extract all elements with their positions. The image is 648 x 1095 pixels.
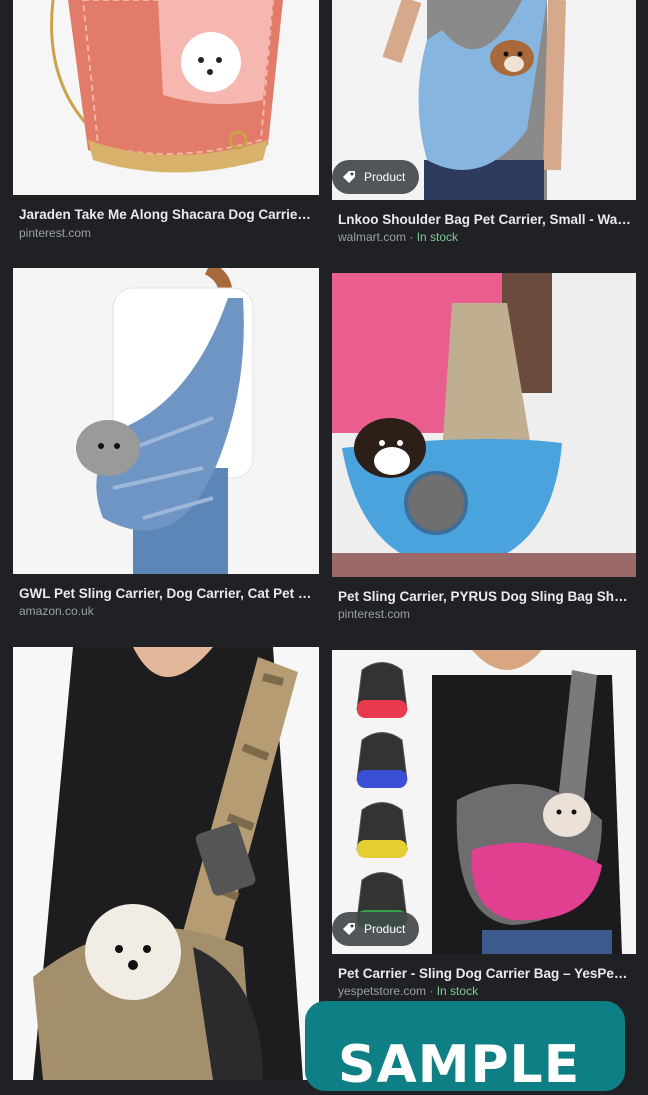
tag-icon	[343, 171, 355, 183]
mesh-sling-carrier-image	[356, 650, 622, 954]
carrier-color-variants	[356, 662, 408, 928]
result-source: yespetstore.com · In stock	[338, 984, 478, 998]
result-title[interactable]: Jaraden Take Me Along Shacara Dog Carrie…	[19, 207, 313, 222]
result-source: walmart.com · In stock	[338, 230, 458, 244]
source-separator: ·	[426, 984, 437, 998]
result-domain: pinterest.com	[19, 226, 92, 240]
result-source: amazon.co.uk	[19, 604, 94, 618]
result-image[interactable]	[13, 647, 319, 1080]
result-image[interactable]: Product	[332, 0, 636, 200]
source-separator: ·	[406, 230, 417, 244]
camo-sling-carrier-image	[33, 647, 303, 1080]
result-source: pinterest.com	[338, 607, 410, 621]
watermark-text: SAMPLE	[338, 1035, 581, 1095]
denim-sling-carrier-image	[76, 268, 254, 574]
result-domain: amazon.co.uk	[19, 604, 94, 618]
result-title[interactable]: Lnkoo Shoulder Bag Pet Carrier, Small - …	[338, 212, 632, 227]
product-badge: Product	[332, 160, 420, 194]
result-title[interactable]: GWL Pet Sling Carrier, Dog Carrier, Cat …	[19, 586, 313, 601]
result-title[interactable]: Pet Sling Carrier, PYRUS Dog Sling Bag S…	[338, 589, 632, 604]
dog-carrier-image	[50, 0, 283, 173]
stock-status: In stock	[436, 984, 479, 998]
result-image[interactable]	[13, 268, 319, 574]
result-domain: yespetstore.com	[338, 984, 427, 998]
tag-icon	[343, 923, 355, 935]
badge-label: Product	[364, 922, 406, 936]
result-title[interactable]: Pet Carrier - Sling Dog Carrier Bag – Ye…	[338, 966, 632, 981]
product-badge: Product	[332, 912, 420, 946]
result-image[interactable]: Product	[332, 650, 636, 954]
result-domain: walmart.com	[338, 230, 407, 244]
stock-status: In stock	[416, 230, 459, 244]
result-image[interactable]	[13, 0, 319, 195]
badge-label: Product	[364, 170, 406, 184]
pyrus-sling-carrier-image	[332, 273, 636, 577]
sample-watermark: SAMPLE	[305, 1001, 625, 1095]
result-domain: pinterest.com	[338, 607, 411, 621]
result-image[interactable]	[332, 273, 636, 577]
result-source: pinterest.com	[19, 226, 91, 240]
